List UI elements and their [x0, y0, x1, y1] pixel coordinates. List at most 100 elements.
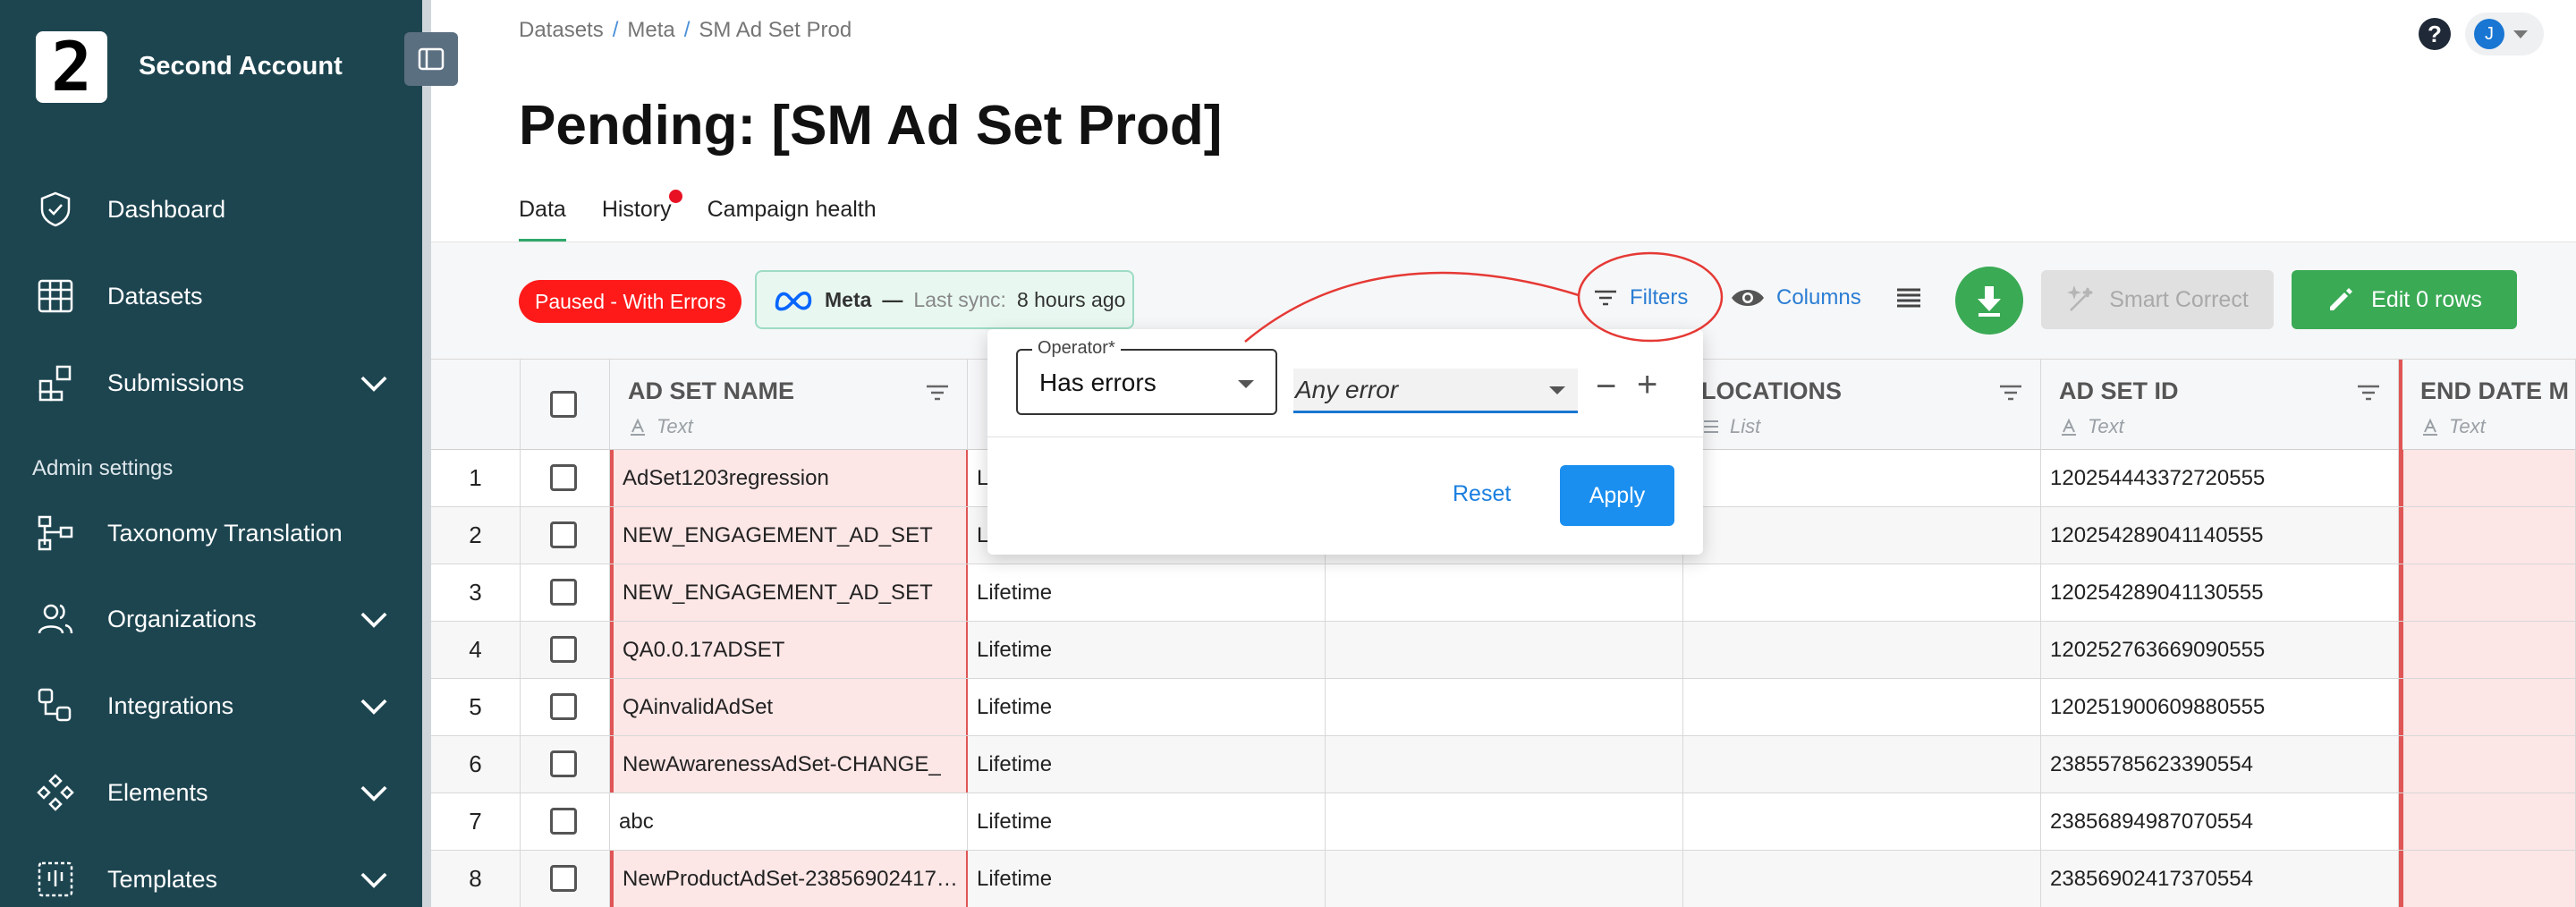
account-name[interactable]: Second Account [139, 52, 343, 81]
ad-set-name-cell[interactable]: AdSet1203regression [610, 450, 968, 506]
end-date-cell[interactable] [2399, 507, 2576, 564]
chevron-down-icon[interactable] [354, 363, 394, 403]
tab-data[interactable]: Data [519, 197, 566, 243]
chevron-down-icon[interactable] [354, 686, 394, 725]
ad-set-id-cell[interactable]: 23856902417370554 [2041, 851, 2399, 907]
end-date-cell[interactable] [2399, 450, 2576, 506]
user-menu[interactable]: J [2465, 13, 2544, 55]
column-filter-icon[interactable] [924, 379, 951, 406]
ad-set-name-cell[interactable]: NewProductAdSet-23856902417… [610, 851, 968, 907]
empty-cell[interactable] [1326, 679, 1683, 735]
add-filter-button[interactable]: + [1637, 365, 1657, 405]
table-row[interactable]: 6 NewAwarenessAdSet-CHANGE_ Lifetime 238557… [431, 736, 2576, 793]
reset-button[interactable]: Reset [1453, 481, 1511, 507]
breadcrumb-meta[interactable]: Meta [627, 18, 674, 43]
budget-cell[interactable]: Lifetime [968, 793, 1326, 850]
ad-set-name-cell[interactable]: QA0.0.17ADSET [610, 622, 968, 678]
chevron-down-icon[interactable] [354, 599, 394, 639]
download-button[interactable] [1955, 267, 2023, 335]
table-row[interactable]: 3 NEW_ENGAGEMENT_AD_SET Lifetime 1202542890… [431, 564, 2576, 622]
sidebar-collapse-button[interactable] [404, 32, 458, 86]
sidebar-item-datasets[interactable]: Datasets [36, 269, 394, 323]
apply-button[interactable]: Apply [1560, 465, 1674, 526]
locations-cell[interactable] [1683, 507, 2041, 564]
ad-set-name-cell[interactable]: NEW_ENGAGEMENT_AD_SET [610, 507, 968, 564]
row-checkbox[interactable] [550, 808, 577, 835]
locations-cell[interactable] [1683, 622, 2041, 678]
ad-set-id-cell[interactable]: 120254289041130555 [2041, 564, 2399, 621]
empty-cell[interactable] [1326, 622, 1683, 678]
row-checkbox[interactable] [550, 521, 577, 548]
column-filter-icon[interactable] [1997, 379, 2024, 406]
row-checkbox[interactable] [550, 693, 577, 720]
ad-set-id-cell[interactable]: 23855785623390554 [2041, 736, 2399, 793]
sidebar-item-submissions[interactable]: Submissions [36, 356, 394, 410]
end-date-cell[interactable] [2399, 851, 2576, 907]
end-date-cell[interactable] [2399, 793, 2576, 850]
edit-rows-button[interactable]: Edit 0 rows [2292, 270, 2517, 329]
breadcrumb-datasets[interactable]: Datasets [519, 18, 604, 43]
column-header-end-date[interactable]: END DATE M Text [2399, 360, 2576, 450]
table-row[interactable]: 7 abc Lifetime 23856894987070554 [431, 793, 2576, 851]
filter-value-select[interactable]: Any error [1293, 369, 1578, 413]
column-header-locations[interactable]: LOCATIONS List [1683, 360, 2041, 450]
end-date-cell[interactable] [2399, 564, 2576, 621]
sidebar-item-integrations[interactable]: Integrations [36, 679, 394, 733]
row-checkbox[interactable] [550, 464, 577, 491]
row-checkbox[interactable] [550, 865, 577, 892]
locations-cell[interactable] [1683, 793, 2041, 850]
tab-campaign-health[interactable]: Campaign health [708, 197, 877, 243]
budget-cell[interactable]: Lifetime [968, 851, 1326, 907]
ad-set-name-cell[interactable]: QAinvalidAdSet [610, 679, 968, 735]
end-date-cell[interactable] [2399, 679, 2576, 735]
column-filter-icon[interactable] [2355, 379, 2382, 406]
locations-cell[interactable] [1683, 736, 2041, 793]
density-button[interactable] [1894, 284, 1923, 318]
end-date-cell[interactable] [2399, 736, 2576, 793]
locations-cell[interactable] [1683, 450, 2041, 506]
smart-correct-button[interactable]: Smart Correct [2041, 270, 2274, 329]
sidebar-item-dashboard[interactable]: Dashboard [36, 182, 394, 236]
chevron-down-icon[interactable] [354, 773, 394, 812]
empty-cell[interactable] [1326, 793, 1683, 850]
filters-button[interactable]: Filters [1592, 284, 1688, 311]
budget-cell[interactable]: Lifetime [968, 622, 1326, 678]
account-logo[interactable]: 2 [36, 31, 107, 103]
ad-set-id-cell[interactable]: 120252763669090555 [2041, 622, 2399, 678]
budget-cell[interactable]: Lifetime [968, 679, 1326, 735]
row-checkbox[interactable] [550, 579, 577, 606]
ad-set-name-cell[interactable]: abc [610, 793, 968, 850]
operator-select[interactable]: Operator* Has errors [1016, 338, 1277, 415]
table-row[interactable]: 5 QAinvalidAdSet Lifetime 12025190060988055… [431, 679, 2576, 736]
ad-set-id-cell[interactable]: 23856894987070554 [2041, 793, 2399, 850]
sidebar-item-organizations[interactable]: Organizations [36, 592, 394, 646]
table-row[interactable]: 4 QA0.0.17ADSET Lifetime 120252763669090555 [431, 622, 2576, 679]
row-checkbox[interactable] [550, 750, 577, 777]
empty-cell[interactable] [1326, 851, 1683, 907]
ad-set-id-cell[interactable]: 120251900609880555 [2041, 679, 2399, 735]
budget-cell[interactable]: Lifetime [968, 564, 1326, 621]
empty-cell[interactable] [1326, 564, 1683, 621]
ad-set-name-cell[interactable]: NewAwarenessAdSet-CHANGE_ [610, 736, 968, 793]
sidebar-item-templates[interactable]: Templates [36, 852, 394, 906]
columns-button[interactable]: Columns [1730, 284, 1861, 311]
chevron-down-icon[interactable] [354, 860, 394, 899]
sidebar-item-elements[interactable]: Elements [36, 766, 394, 819]
end-date-cell[interactable] [2399, 622, 2576, 678]
remove-filter-button[interactable]: − [1596, 367, 1616, 407]
ad-set-name-cell[interactable]: NEW_ENGAGEMENT_AD_SET [610, 564, 968, 621]
row-checkbox[interactable] [550, 636, 577, 663]
ad-set-id-cell[interactable]: 120254443372720555 [2041, 450, 2399, 506]
column-header-ad-set-name[interactable]: AD SET NAME Text [610, 360, 968, 450]
budget-cell[interactable]: Lifetime [968, 736, 1326, 793]
column-header-ad-set-id[interactable]: AD SET ID Text [2041, 360, 2399, 450]
tab-history[interactable]: History [602, 190, 682, 243]
locations-cell[interactable] [1683, 679, 2041, 735]
ad-set-id-cell[interactable]: 120254289041140555 [2041, 507, 2399, 564]
locations-cell[interactable] [1683, 564, 2041, 621]
select-all-checkbox[interactable] [550, 391, 577, 418]
help-icon[interactable]: ? [2419, 18, 2451, 50]
table-row[interactable]: 8 NewProductAdSet-23856902417… Lifetime 238… [431, 851, 2576, 907]
sidebar-item-taxonomy-translation[interactable]: Taxonomy Translation [36, 506, 394, 560]
empty-cell[interactable] [1326, 736, 1683, 793]
